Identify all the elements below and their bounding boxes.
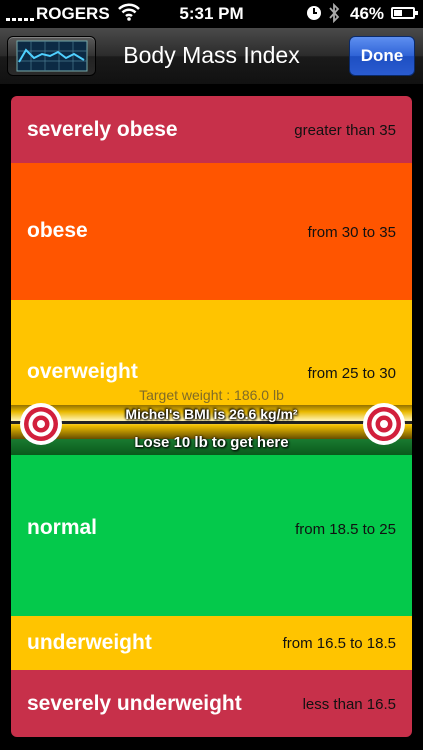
category-name: obese bbox=[27, 219, 88, 242]
category-range: greater than 35 bbox=[294, 122, 396, 139]
category-range: from 18.5 to 25 bbox=[295, 521, 396, 538]
bluetooth-icon bbox=[328, 2, 340, 28]
category-range: from 16.5 to 18.5 bbox=[282, 635, 396, 652]
category-range: from 30 to 35 bbox=[307, 224, 396, 241]
bullseye-icon[interactable] bbox=[19, 402, 63, 446]
category-name: overweight bbox=[27, 360, 138, 383]
bmi-indicator-slider[interactable]: Target weight : 186.0 lb Michel's BMI is… bbox=[11, 387, 412, 455]
category-name: severely obese bbox=[27, 118, 178, 141]
line-chart-icon bbox=[16, 40, 88, 72]
done-button[interactable]: Done bbox=[349, 36, 415, 76]
weight-goal-label: Lose 10 lb to get here bbox=[134, 434, 289, 451]
category-name: severely underweight bbox=[27, 692, 242, 715]
category-range: less than 16.5 bbox=[302, 696, 396, 713]
bmi-content: severely obese greater than 35 obese fro… bbox=[0, 84, 423, 750]
status-bar: ROGERS 5:31 PM 46% bbox=[0, 0, 423, 28]
category-name: normal bbox=[27, 516, 98, 539]
category-underweight: underweight from 16.5 to 18.5 bbox=[11, 616, 412, 670]
chart-button[interactable] bbox=[7, 36, 96, 76]
bullseye-icon[interactable] bbox=[362, 402, 406, 446]
battery-icon bbox=[391, 7, 418, 19]
battery-percent: 46% bbox=[350, 4, 385, 23]
category-severely-underweight: severely underweight less than 16.5 bbox=[11, 670, 412, 737]
category-name: underweight bbox=[27, 631, 152, 654]
alarm-clock-icon bbox=[306, 5, 322, 26]
category-obese: obese from 30 to 35 bbox=[11, 163, 412, 300]
target-weight-label: Target weight : 186.0 lb bbox=[139, 387, 284, 403]
bmi-value-label: Michel's BMI is 26.6 kg/m² bbox=[125, 406, 298, 422]
navigation-bar: Body Mass Index Done bbox=[0, 28, 423, 84]
category-range: from 25 to 30 bbox=[307, 365, 396, 382]
category-normal: normal from 18.5 to 25 bbox=[11, 444, 412, 616]
category-severely-obese: severely obese greater than 35 bbox=[11, 96, 412, 163]
